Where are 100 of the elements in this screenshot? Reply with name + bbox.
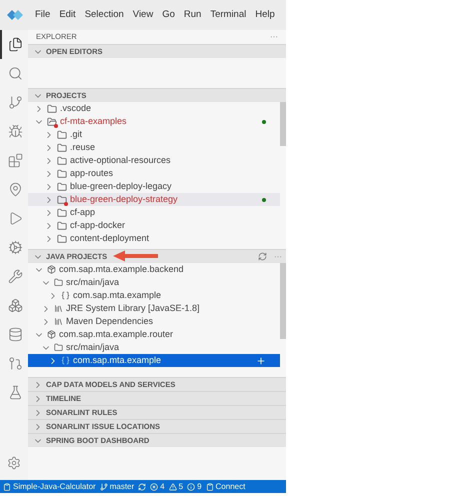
settings-icon[interactable] [7,456,21,470]
sync-icon [138,482,146,490]
database-icon [8,327,22,342]
tree-row[interactable]: com.sap.mta.example.router [28,328,280,341]
logo-icon [6,8,24,22]
tree-row[interactable]: com.sap.mta.example [28,289,280,302]
folder-icon [57,156,67,166]
refresh-icon[interactable] [258,252,267,261]
status-text: 4 [160,480,165,492]
tree-label: src/main/java [66,276,120,289]
menu-item[interactable]: File [35,8,50,22]
folder-label: cf-app [70,206,96,219]
status-item[interactable]: 4 [150,480,165,492]
braces-icon [61,291,70,300]
tree-label: com.sap.mta.example [73,288,162,302]
wrench-icon [8,269,22,284]
tree-row[interactable]: com.sap.mta.example [28,354,280,367]
folder-label: active-optional-resources [70,154,172,167]
menu-item[interactable]: Run [184,8,202,22]
folder-label: .git [70,128,84,141]
folder-icon [57,234,67,244]
tree-row[interactable]: active-optional-resources [28,154,280,167]
scrollbar-thumb[interactable] [280,263,286,339]
tree-row[interactable]: .git [28,128,280,141]
status-text: 5 [178,480,184,492]
branch-icon [100,482,108,490]
tree-label: Maven Dependencies [66,314,154,328]
folder-icon [57,220,67,230]
warning-icon [168,482,177,490]
tree-row[interactable]: com.sap.mta.example.backend [28,263,280,276]
error-icon [150,482,158,490]
folder-label: content-deployment [70,232,150,245]
folder-icon [47,104,57,114]
folder-icon [57,208,67,218]
source-folder-icon [54,343,63,352]
menu-item[interactable]: Terminal [210,8,246,22]
folder-icon [57,142,67,152]
cog-icon [8,240,22,255]
scrollbar-thumb[interactable] [280,102,286,146]
folder-label: blue-green-deploy-strategy [70,192,179,206]
search-icon [8,66,22,81]
folder-label: cf-mta-examples [60,114,128,128]
tree-row[interactable]: content-deployment [28,232,280,245]
boxes-icon [8,298,22,313]
source-folder-icon [54,278,63,287]
braces-icon [61,356,70,365]
library-icon [54,317,63,326]
add-icon[interactable] [256,356,266,366]
folder-icon [57,194,67,204]
status-item[interactable]: 9 [187,480,202,492]
pin-icon [8,182,22,197]
status-text: 9 [197,480,202,492]
tree-row[interactable]: blue-green-deploy-legacy [28,180,280,193]
pull-request-icon [8,356,22,371]
menu-item[interactable]: Help [255,8,275,22]
folder-label: .vscode [60,102,92,115]
menu-item[interactable]: View [132,8,154,22]
tree-label: src/main/java [66,340,120,354]
flask-icon [8,385,22,400]
folder-label: app-routes [70,166,114,180]
tree-row[interactable]: .reuse [28,141,280,154]
files-icon [8,37,22,52]
folder-icon [57,182,67,192]
info-icon [187,482,196,490]
tree-label: com.sap.mta.example.backend [59,263,185,276]
play-icon [8,211,22,226]
menu-item[interactable]: Go [162,8,175,22]
tree-label: com.sap.mta.example [73,354,162,367]
tree-row[interactable]: .vscode [28,102,280,115]
status-text: Connect [216,480,246,492]
tree-label: com.sap.mta.example.router [59,328,174,341]
extensions-icon [8,153,22,168]
tree-label: JRE System Library [JavaSE-1.8] [66,302,201,315]
tree-row[interactable]: JRE System Library [JavaSE-1.8] [28,302,280,315]
tree-row[interactable]: app-routes [28,167,280,180]
clipboard-icon [3,482,11,490]
tree-row[interactable]: cf-app-docker [28,219,280,232]
tree-row[interactable]: Maven Dependencies [28,315,280,328]
menu-item[interactable]: Edit [59,8,76,22]
folder-icon [47,116,57,126]
menu-item[interactable]: Selection [84,8,124,22]
debug-icon [8,124,22,139]
status-text: master [110,480,134,492]
tree-row[interactable]: cf-app [28,206,280,219]
project-icon [47,330,56,339]
status-item[interactable] [138,482,146,490]
project-icon [47,265,56,274]
tree-row[interactable]: src/main/java [28,341,280,354]
status-item[interactable]: master [100,480,134,492]
folder-label: blue-green-deploy-legacy [70,180,173,193]
status-item[interactable]: Connect [206,480,246,492]
library-icon [54,304,63,313]
clipboard-icon [206,482,214,490]
annotation-arrow [112,250,158,262]
tree-row[interactable]: cf-mta-examples [28,115,280,128]
tree-row[interactable]: blue-green-deploy-strategy [28,193,280,206]
status-item[interactable]: 5 [168,480,184,492]
folder-label: cf-app-docker [70,218,126,232]
tree-row[interactable]: src/main/java [28,276,280,289]
folder-icon [57,168,67,178]
